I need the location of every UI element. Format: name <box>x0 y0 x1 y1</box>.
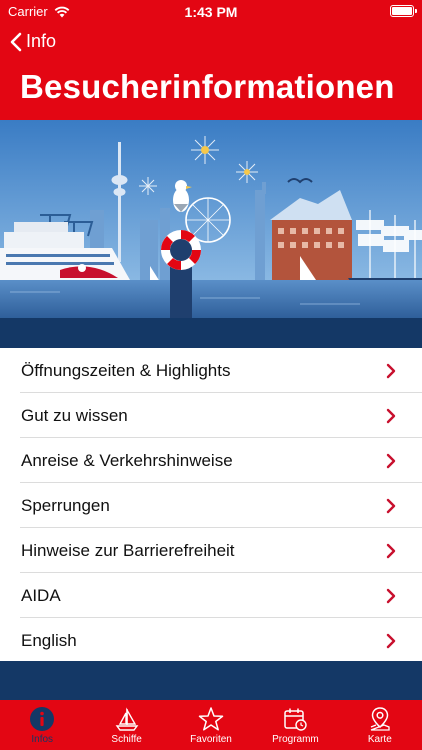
battery-icon <box>390 5 417 17</box>
info-icon <box>30 707 55 731</box>
hamburg-harbor-illustration <box>0 120 422 318</box>
menu-item-sperrungen[interactable]: Sperrungen <box>0 483 422 528</box>
menu-item-label: Öffnungszeiten & Highlights <box>21 360 231 380</box>
navy-band <box>0 318 422 348</box>
tab-label: Programm <box>272 734 319 745</box>
star-icon <box>198 707 224 731</box>
menu-item-gut-zu-wissen[interactable]: Gut zu wissen <box>0 393 422 438</box>
menu-item-label: Sperrungen <box>21 495 110 515</box>
back-label: Info <box>26 31 57 51</box>
menu-item-label: Hinweise zur Barrierefreiheit <box>21 540 235 560</box>
header: Carrier 1:43 PM Info Besucherinformation… <box>0 0 422 120</box>
tab-label: Karte <box>367 734 392 745</box>
menu-item-anreise[interactable]: Anreise & Verkehrshinweise <box>0 438 422 483</box>
tab-programm[interactable]: Programm <box>253 700 337 750</box>
menu-item-label: Anreise & Verkehrshinweise <box>21 450 233 470</box>
tab-label: Schiffe <box>111 734 142 745</box>
status-time: 1:43 PM <box>184 4 238 20</box>
navy-footer-band <box>0 661 422 700</box>
chevron-right-icon <box>386 543 396 559</box>
chevron-right-icon <box>386 633 396 649</box>
tab-bar: Infos Schiffe Favoriten Programm Karte <box>0 700 422 750</box>
status-bar: Carrier 1:43 PM <box>0 0 422 22</box>
menu-item-english[interactable]: English <box>0 618 422 663</box>
calendar-icon <box>284 708 308 731</box>
back-button[interactable]: Info <box>10 31 56 52</box>
tab-label: Favoriten <box>190 734 232 745</box>
chevron-right-icon <box>386 588 396 604</box>
map-pin-icon <box>370 707 390 731</box>
chevron-right-icon <box>386 408 396 424</box>
tab-label: Infos <box>31 734 54 745</box>
chevron-right-icon <box>386 363 396 379</box>
menu-item-barrierefreiheit[interactable]: Hinweise zur Barrierefreiheit <box>0 528 422 573</box>
sailboat-icon <box>115 707 139 731</box>
chevron-right-icon <box>386 453 396 469</box>
chevron-right-icon <box>386 498 396 514</box>
tab-karte[interactable]: Karte <box>338 700 422 750</box>
menu-item-label: Gut zu wissen <box>21 405 128 425</box>
page-title: Besucherinformationen <box>20 68 395 105</box>
menu-item-label: AIDA <box>21 585 61 605</box>
chevron-left-icon <box>10 32 22 51</box>
menu-item-label: English <box>21 630 77 650</box>
menu-item-oeffnungszeiten[interactable]: Öffnungszeiten & Highlights <box>0 348 422 393</box>
tab-infos[interactable]: Infos <box>0 700 84 750</box>
menu-item-aida[interactable]: AIDA <box>0 573 422 618</box>
tab-favoriten[interactable]: Favoriten <box>169 700 253 750</box>
info-menu-list: Öffnungszeiten & Highlights Gut zu wisse… <box>0 348 422 663</box>
tab-schiffe[interactable]: Schiffe <box>84 700 168 750</box>
